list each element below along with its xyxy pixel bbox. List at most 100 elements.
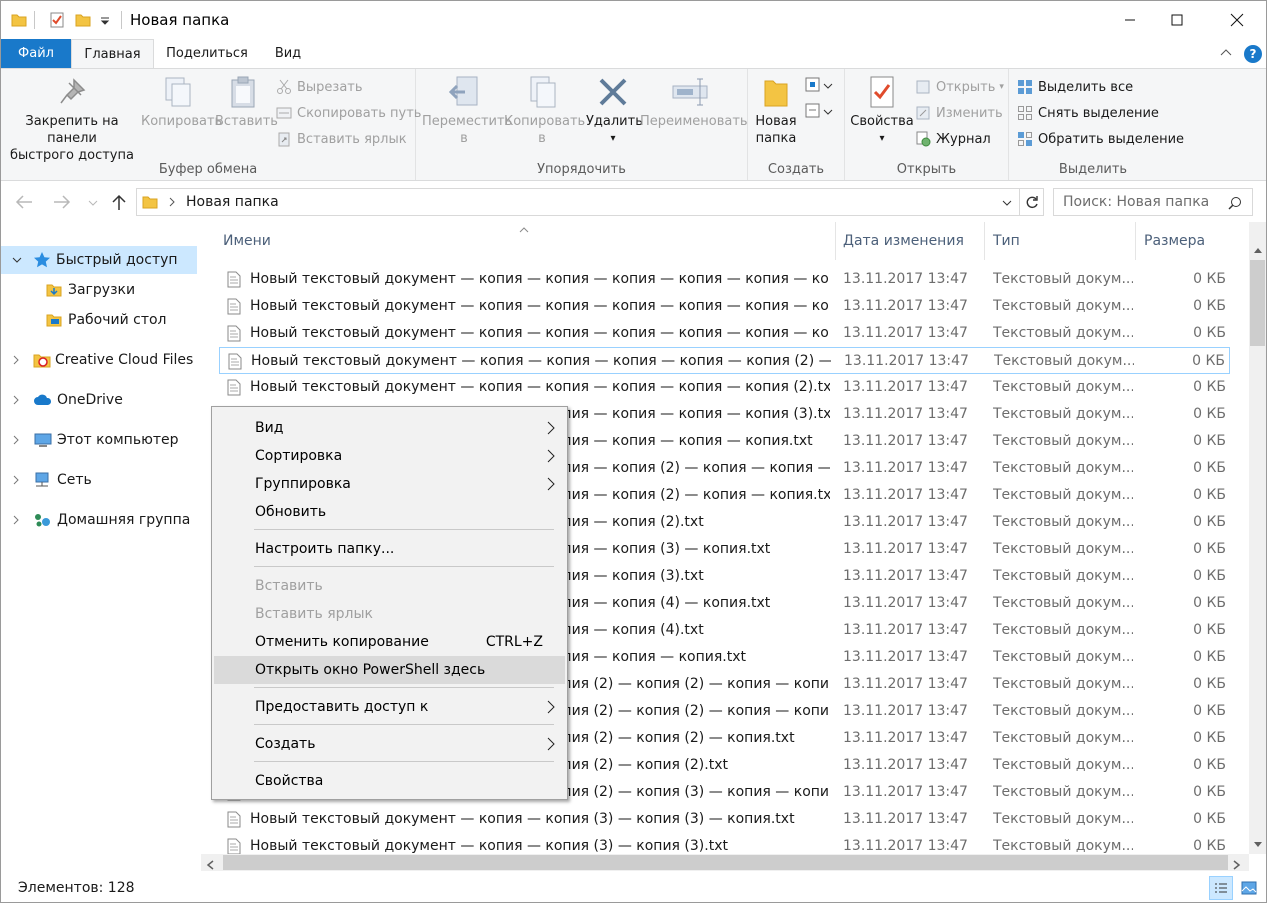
history-button[interactable]: Журнал [915,128,991,150]
submenu-arrow-icon [547,730,555,768]
scroll-left-icon[interactable] [206,858,214,874]
tab-home[interactable]: Главная [71,39,154,69]
paste-button[interactable]: Вставить [215,75,278,130]
new-folder-icon [764,80,788,107]
select-all-button[interactable]: Выделить все [1017,76,1133,98]
scroll-up-icon[interactable] [1253,242,1263,258]
vertical-scroll-thumb[interactable] [1250,260,1265,346]
collapsed-chevron-icon[interactable] [11,394,21,406]
menu-item-open-powershell[interactable]: Открыть окно PowerShell здесь [214,656,565,684]
collapsed-chevron-icon[interactable] [11,354,21,366]
delete-button[interactable]: Удалить ▾ [586,75,643,147]
column-name[interactable]: Имени [215,222,836,260]
menu-item-paste-shortcut[interactable]: Вставить ярлык [214,600,565,628]
menu-item-view[interactable]: Вид [214,414,565,442]
tab-view[interactable]: Вид [263,39,313,68]
forward-arrow-icon[interactable] [53,194,71,214]
nav-desktop[interactable]: Рабочий стол [1,306,167,334]
copy-to-icon [530,76,556,108]
file-date: 13.11.2017 13:47 [844,353,969,369]
menu-item-sort[interactable]: Сортировка [214,442,565,470]
column-type[interactable]: Тип [985,222,1136,260]
horizontal-scrollbar[interactable] [201,854,1249,871]
horizontal-scroll-thumb[interactable] [223,855,1228,870]
scroll-right-icon[interactable] [1233,858,1241,874]
menu-item-share[interactable]: Предоставить доступ к [214,693,565,721]
file-type: Текстовый докум... [993,406,1133,422]
table-row[interactable]: Новый текстовый документ — копия — копия… [219,374,1230,401]
menu-item-group[interactable]: Группировка [214,470,565,498]
open-button[interactable]: Открыть ▾ [915,76,1004,98]
column-size[interactable]: Размера [1136,222,1236,260]
collapsed-chevron-icon[interactable] [11,474,21,486]
new-folder-quick-icon[interactable] [75,9,91,31]
new-item-icon[interactable] [804,76,834,98]
file-date: 13.11.2017 13:47 [843,379,968,395]
nav-creative-cloud[interactable]: Creative Cloud Files [1,346,193,374]
nav-downloads[interactable]: Загрузки [1,276,135,304]
tab-file[interactable]: Файл [1,39,71,68]
nav-network[interactable]: Сеть [1,466,92,494]
file-type: Текстовый докум... [993,838,1133,854]
back-arrow-icon[interactable] [15,194,33,214]
menu-item-customize[interactable]: Настроить папку... [214,535,565,563]
new-folder-button[interactable]: Новая папка [752,75,800,147]
large-icons-view-icon[interactable] [1237,876,1261,900]
table-row[interactable]: Новый текстовый документ — копия — копия… [219,347,1230,374]
table-row[interactable]: Новый текстовый документ — копия — копия… [219,833,1230,854]
refresh-icon[interactable] [1020,188,1044,216]
vertical-scrollbar[interactable] [1249,222,1266,854]
table-row[interactable]: Новый текстовый документ — копия — копия… [219,266,1230,293]
help-icon[interactable]: ? [1244,45,1262,63]
edit-button[interactable]: Изменить [915,102,1003,124]
rename-button[interactable]: Переименовать [640,75,748,130]
select-none-button[interactable]: Снять выделение [1017,102,1159,124]
nav-this-pc[interactable]: Этот компьютер [1,426,179,454]
menu-item-paste[interactable]: Вставить [214,572,565,600]
details-view-icon[interactable] [1209,876,1233,900]
nav-quick-access[interactable]: Быстрый доступ [1,246,197,274]
edit-icon [916,106,930,120]
address-dropdown-icon[interactable] [1001,198,1013,208]
table-row[interactable]: Новый текстовый документ — копия — копия… [219,320,1230,347]
pin-quick-access-button[interactable]: Закрепить на панели быстрого доступа [5,75,139,164]
nav-onedrive[interactable]: OneDrive [1,386,123,414]
collapsed-chevron-icon[interactable] [11,514,21,526]
collapse-ribbon-icon[interactable] [1219,46,1233,64]
file-name: Новый текстовый документ — копия — копия… [251,353,831,369]
scroll-down-icon[interactable] [1253,837,1263,853]
recent-locations-chevron-icon[interactable] [87,196,99,212]
expanded-chevron-icon[interactable] [11,254,23,266]
maximize-button[interactable] [1153,1,1200,39]
paste-shortcut-button[interactable]: Вставить ярлык [276,128,407,150]
minimize-button[interactable] [1106,1,1153,39]
copy-path-button[interactable]: Скопировать путь [276,102,421,124]
file-size: 0 КБ [1193,730,1226,746]
address-bar[interactable]: Новая папка [136,188,1020,216]
move-to-button[interactable]: Переместить в [422,75,512,147]
copy-button[interactable]: Копировать [141,75,222,130]
menu-item-refresh[interactable]: Обновить [214,498,565,526]
collapsed-chevron-icon[interactable] [11,434,21,446]
search-box[interactable]: Поиск: Новая папка [1053,188,1253,216]
easy-access-icon[interactable] [804,102,834,124]
breadcrumb-current[interactable]: Новая папка [186,194,279,210]
cut-button[interactable]: Вырезать [276,76,363,98]
table-row[interactable]: Новый текстовый документ — копия — копия… [219,293,1230,320]
copy-to-button[interactable]: Копировать в [504,75,585,147]
table-row[interactable]: Новый текстовый документ — копия — копия… [219,806,1230,833]
menu-item-properties[interactable]: Свойства [214,767,565,795]
close-button[interactable] [1213,1,1260,39]
properties-button[interactable]: Свойства ▾ [849,75,915,147]
invert-selection-button[interactable]: Обратить выделение [1017,128,1184,150]
properties-quick-icon[interactable] [49,9,65,31]
column-date[interactable]: Дата изменения [835,222,985,260]
tab-share[interactable]: Поделиться [159,39,255,68]
nav-homegroup[interactable]: Домашняя группа [1,506,190,534]
paste-icon [231,76,255,108]
menu-item-undo-copy[interactable]: Отменить копирование CTRL+Z [214,628,565,656]
menu-item-new[interactable]: Создать [214,730,565,758]
customize-quick-access-icon[interactable] [99,9,111,31]
up-arrow-icon[interactable] [111,193,127,215]
search-icon [1228,197,1241,210]
